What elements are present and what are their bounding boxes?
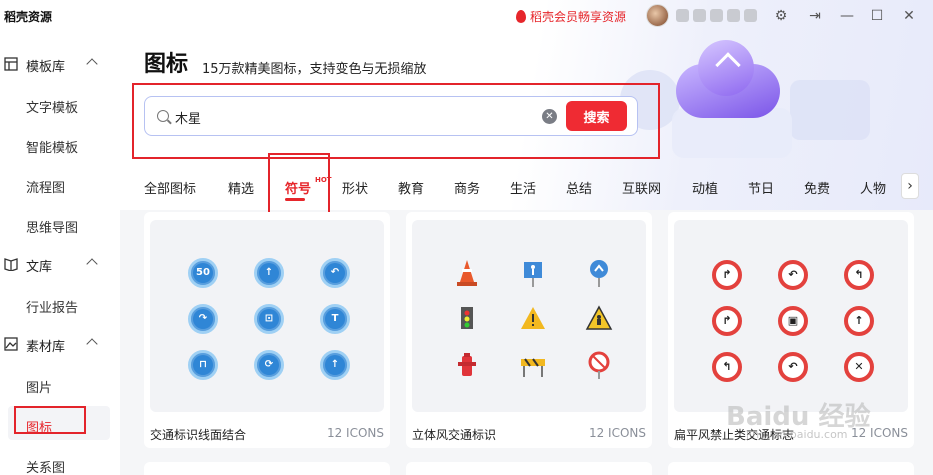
- no-left-turn-icon: ↰: [712, 352, 742, 382]
- flame-icon: [516, 10, 526, 23]
- tab-nature[interactable]: 动植: [692, 178, 718, 197]
- image-icon: [4, 337, 18, 351]
- icon-pack-card[interactable]: 50 ↑ ↶ ↷ ⊡ T ⊓ ⟳ ↑ 交通标识线面结合 12 ICONS: [144, 212, 390, 448]
- card-preview: 50 ↑ ↶ ↷ ⊡ T ⊓ ⟳ ↑: [150, 220, 384, 412]
- page-subtitle: 15万款精美图标，支持变色与无损缩放: [202, 62, 427, 77]
- car-icon: ⊡: [254, 304, 284, 334]
- sidebar-group-label: 模板库: [26, 60, 66, 75]
- title-bar: 稻壳会员畅享资源 ⚙ ⇥ — ☐ ✕: [120, 0, 933, 34]
- card-title: 立体风交通标识: [412, 428, 497, 442]
- tab-festival[interactable]: 节日: [748, 178, 774, 197]
- underpass-icon: ⊓: [188, 350, 218, 380]
- chevron-up-icon[interactable]: [86, 258, 98, 270]
- app-window: 稻壳资源 模板库 文字模板 智能模板 流程图 思维导图 文库 行业报告 素材库 …: [0, 0, 933, 475]
- speed-limit-icon: 50: [188, 258, 218, 288]
- icon-pack-card[interactable]: [406, 462, 652, 475]
- avatar[interactable]: [646, 4, 669, 27]
- tab-summary[interactable]: 总结: [566, 178, 592, 197]
- road-barrier-icon: [521, 358, 545, 377]
- page-title: 图标: [144, 52, 189, 77]
- badge-icon[interactable]: [710, 9, 723, 22]
- sidebar-item-smart-template[interactable]: 智能模板: [26, 137, 78, 156]
- sidebar-item-text-template[interactable]: 文字模板: [26, 97, 78, 116]
- straight-only-icon: ↑: [844, 306, 874, 336]
- sidebar-item-industry-report[interactable]: 行业报告: [26, 297, 78, 316]
- tab-featured[interactable]: 精选: [228, 178, 254, 197]
- cloud-upload-icon: [676, 40, 780, 118]
- highlight-frame: [268, 153, 330, 221]
- direction-sign-icon: [590, 260, 608, 287]
- sidebar-group-label: 素材库: [26, 340, 66, 355]
- chevron-up-icon[interactable]: [86, 338, 98, 350]
- no-left-turn-icon: ↰: [844, 260, 874, 290]
- tabs-next-button[interactable]: ›: [901, 173, 919, 199]
- highlight-frame: [14, 406, 86, 434]
- tab-free[interactable]: 免费: [804, 178, 830, 197]
- chevron-up-icon[interactable]: [86, 58, 98, 70]
- card-count: 12 ICONS: [588, 426, 646, 440]
- badge-icon[interactable]: [744, 9, 757, 22]
- tab-business[interactable]: 商务: [454, 178, 480, 197]
- book-icon: [4, 258, 18, 271]
- highlight-frame: [132, 83, 660, 159]
- sidebar-group-label: 文库: [26, 260, 53, 275]
- card-preview: ↱ ↶ ↰ ↱ ▣ ↑ ↰ ↶ ✕: [674, 220, 908, 412]
- brand-title: 稻壳资源: [4, 10, 53, 24]
- card-title: 交通标识线面结合: [150, 428, 247, 442]
- minimize-icon[interactable]: —: [838, 7, 856, 25]
- badge-icon[interactable]: [727, 9, 740, 22]
- watermark-url: jingyan.baidu.com: [746, 428, 848, 441]
- sidebar-item-flowchart[interactable]: 流程图: [26, 177, 65, 196]
- sidebar-group-library[interactable]: 文库: [0, 244, 120, 284]
- no-u-turn-icon: ↶: [778, 352, 808, 382]
- vip-link[interactable]: 稻壳会员畅享资源: [516, 8, 626, 25]
- fire-hydrant-icon: [458, 353, 476, 376]
- roundabout-icon: ⟳: [254, 350, 284, 380]
- straight-arrow-icon: ↑: [320, 350, 350, 380]
- pedestrian-sign-icon: [524, 262, 542, 287]
- badge-icon[interactable]: [693, 9, 706, 22]
- tab-people[interactable]: 人物: [860, 178, 886, 197]
- turn-right-icon: ↷: [188, 304, 218, 334]
- warning-sign-icon: [521, 307, 545, 329]
- hero-decoration: [790, 80, 870, 140]
- tab-shapes[interactable]: 形状: [342, 178, 368, 197]
- no-pedestrian-icon: ✕: [844, 352, 874, 382]
- no-u-turn-icon: ↶: [778, 260, 808, 290]
- tab-education[interactable]: 教育: [398, 178, 424, 197]
- sidebar-group-assets[interactable]: 素材库: [0, 324, 120, 364]
- icon-pack-card[interactable]: 立体风交通标识 12 ICONS: [406, 212, 652, 448]
- no-right-turn-icon: ↱: [712, 306, 742, 336]
- tab-life[interactable]: 生活: [510, 178, 536, 197]
- card-count: 12 ICONS: [326, 426, 384, 440]
- sidebar-item-mindmap[interactable]: 思维导图: [26, 217, 78, 236]
- sidebar-item-relation-chart[interactable]: 关系图: [26, 457, 65, 475]
- icon-pack-card[interactable]: [668, 462, 914, 475]
- sidebar-group-template[interactable]: 模板库: [0, 44, 120, 84]
- t-junction-icon: T: [320, 304, 350, 334]
- go-straight-icon: ↑: [254, 258, 284, 288]
- sidebar-item-images[interactable]: 图片: [26, 377, 52, 396]
- member-badges: [676, 9, 757, 22]
- badge-icon[interactable]: [676, 9, 689, 22]
- sidebar: 稻壳资源 模板库 文字模板 智能模板 流程图 思维导图 文库 行业报告 素材库 …: [0, 0, 120, 475]
- no-vehicle-icon: ▣: [778, 306, 808, 336]
- tab-internet[interactable]: 互联网: [622, 178, 661, 197]
- card-preview: [412, 220, 646, 412]
- vip-label: 稻壳会员畅享资源: [530, 10, 627, 24]
- gear-icon[interactable]: ⚙: [772, 7, 790, 25]
- maximize-icon[interactable]: ☐: [868, 7, 886, 25]
- u-turn-icon: ↶: [320, 258, 350, 288]
- traffic-light-icon: [461, 307, 473, 329]
- icon-pack-card[interactable]: [144, 462, 390, 475]
- no-right-turn-icon: ↱: [712, 260, 742, 290]
- logout-icon[interactable]: ⇥: [806, 7, 824, 25]
- construction-sign-icon: [585, 305, 613, 330]
- template-icon: [4, 57, 18, 71]
- close-icon[interactable]: ✕: [900, 7, 918, 25]
- tab-all[interactable]: 全部图标: [144, 178, 196, 197]
- traffic-cone-icon: [457, 260, 477, 286]
- no-turn-sign-icon: [588, 351, 610, 379]
